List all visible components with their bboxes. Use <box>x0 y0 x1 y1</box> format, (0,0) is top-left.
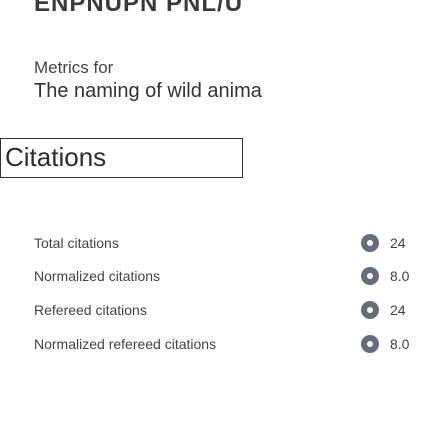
metric-value: 8.0 <box>390 268 410 284</box>
info-circle-icon[interactable] <box>361 267 379 285</box>
metrics-page: ENPNUPN PNL/U Metrics for The naming of … <box>0 0 448 448</box>
metric-label: Normalized citations <box>34 268 161 284</box>
info-circle-icon[interactable] <box>361 301 379 319</box>
article-title: The naming of wild anima <box>34 80 262 102</box>
citations-heading: Citations <box>5 142 107 172</box>
citations-section-header: Citations <box>0 138 243 178</box>
metric-value: 24 <box>390 235 406 251</box>
info-circle-icon[interactable] <box>361 234 379 252</box>
site-logo[interactable]: ENPNUPN PNL/U <box>34 0 243 18</box>
metric-value: 24 <box>390 302 406 318</box>
metric-row-normalized-refereed-citations: Normalized refereed citations 8.0 <box>0 334 448 380</box>
metrics-for-label: Metrics for <box>34 58 114 77</box>
info-circle-icon[interactable] <box>361 335 379 353</box>
metric-value: 8.0 <box>390 336 410 352</box>
metric-label: Refereed citations <box>34 302 147 318</box>
metric-label: Total citations <box>34 235 119 251</box>
metric-label: Normalized refereed citations <box>34 336 217 352</box>
